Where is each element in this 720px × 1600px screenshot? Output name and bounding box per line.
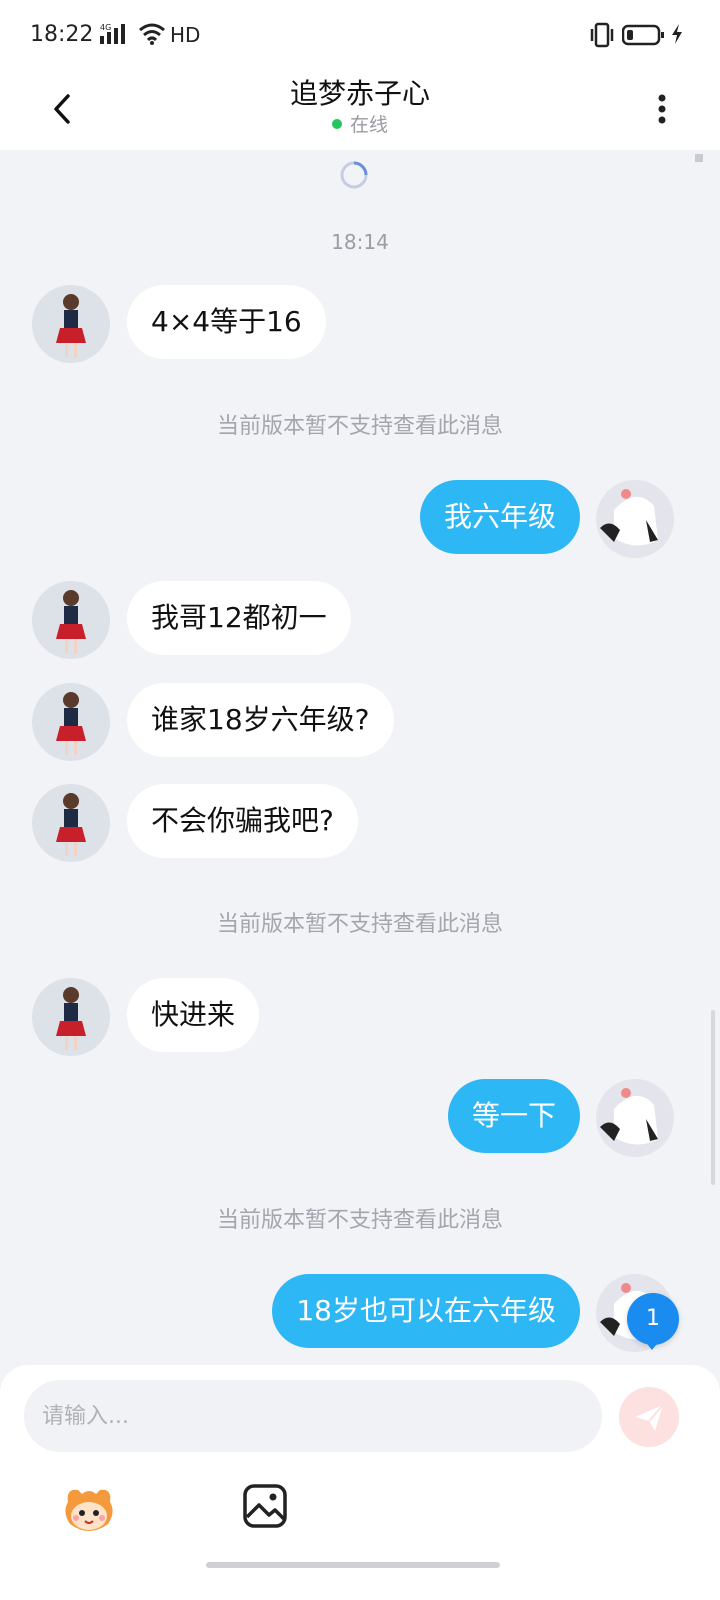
chat-header: 追梦赤子心 在线 — [0, 70, 720, 150]
message-bubble-outgoing[interactable]: 18岁也可以在六年级 — [272, 1274, 580, 1348]
message-bubble-outgoing[interactable]: 等一下 — [447, 1079, 580, 1153]
message-bubble-incoming[interactable]: 快进来 — [127, 978, 260, 1052]
unread-count-badge[interactable]: 1 — [627, 1293, 679, 1345]
message-row-incoming: 4×4等于16 — [0, 285, 720, 365]
send-icon — [635, 1404, 664, 1431]
message-row-incoming: 谁家18岁六年级? — [0, 683, 720, 763]
battery-icon — [621, 24, 666, 50]
avatar[interactable] — [32, 978, 110, 1056]
contact-name[interactable]: 追梦赤子心 — [0, 72, 720, 112]
message-bubble-incoming[interactable]: 4×4等于16 — [127, 285, 326, 359]
scroll-indicator — [695, 154, 703, 162]
system-message: 当前版本暂不支持查看此消息 — [216, 414, 503, 439]
message-row-incoming: 不会你骗我吧? — [0, 784, 720, 864]
avatar[interactable] — [596, 1079, 674, 1157]
emoji-mascot-icon[interactable] — [60, 1480, 118, 1538]
hd-indicator: HD — [170, 23, 201, 47]
avatar[interactable] — [596, 480, 674, 558]
badge-pointer — [644, 1340, 660, 1350]
network-type-label: 4G — [100, 23, 111, 32]
message-bubble-incoming[interactable]: 不会你骗我吧? — [127, 784, 358, 858]
message-row-outgoing: 18岁也可以在六年级 — [0, 1274, 720, 1354]
message-bubble-incoming[interactable]: 我哥12都初一 — [127, 581, 351, 655]
charging-bolt-icon — [670, 23, 684, 49]
online-status: 在线 — [0, 110, 720, 137]
home-indicator[interactable] — [206, 1562, 500, 1568]
online-dot-icon — [331, 119, 342, 129]
message-row-incoming: 我哥12都初一 — [0, 581, 720, 661]
wifi-icon — [138, 22, 166, 50]
message-input[interactable] — [24, 1380, 602, 1452]
avatar[interactable] — [32, 784, 110, 862]
loading-spinner-icon — [339, 160, 369, 194]
online-status-label: 在线 — [349, 114, 388, 136]
cellular-signal-icon: 4G — [100, 22, 130, 50]
more-vertical-icon[interactable] — [650, 84, 674, 134]
status-bar: 18:22 4G HD — [0, 0, 720, 70]
message-row-outgoing: 我六年级 — [0, 480, 720, 560]
avatar[interactable] — [32, 285, 110, 363]
avatar[interactable] — [32, 581, 110, 659]
message-list[interactable]: 18:14 4×4等于16 当前版本暂不支持查看此消息 我六年级 我哥12都初一… — [0, 150, 720, 1365]
vibrate-icon — [588, 22, 616, 52]
message-bubble-outgoing[interactable]: 我六年级 — [419, 480, 580, 554]
message-row-incoming: 快进来 — [0, 978, 720, 1058]
message-row-outgoing: 等一下 — [0, 1079, 720, 1159]
system-message: 当前版本暂不支持查看此消息 — [216, 912, 503, 937]
status-time: 18:22 — [30, 22, 94, 47]
message-timestamp: 18:14 — [331, 230, 389, 254]
send-button[interactable] — [619, 1387, 679, 1447]
system-message: 当前版本暂不支持查看此消息 — [216, 1208, 503, 1233]
avatar[interactable] — [32, 683, 110, 761]
image-icon[interactable] — [242, 1483, 288, 1529]
message-bubble-incoming[interactable]: 谁家18岁六年级? — [127, 683, 394, 757]
